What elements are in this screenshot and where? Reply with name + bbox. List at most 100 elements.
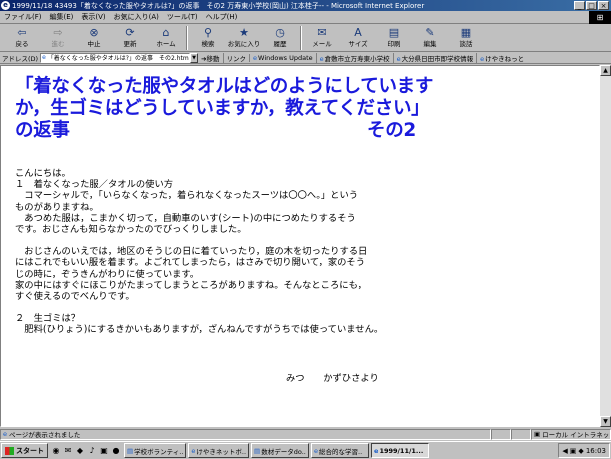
ie-app-icon[interactable]: e	[1, 1, 10, 10]
favorites-button[interactable]: ★ お気に入り	[226, 24, 262, 52]
stop-button[interactable]: ⊗ 中止	[76, 24, 112, 52]
media-quicklaunch-icon[interactable]: ♪	[87, 446, 97, 456]
status-progress-panel	[491, 428, 511, 440]
address-value: 「着なくなった服やタオルは?」の返事 その2.htm	[47, 55, 189, 62]
address-dropdown-button[interactable]: ▼	[190, 52, 199, 63]
body-line: コマーシャルで，「いらなくなった，着られなくなったスーツは〇〇へ。」という	[15, 190, 359, 202]
vertical-scrollbar[interactable]: ▲ ▼	[600, 65, 611, 427]
link-keyaki-net[interactable]: eけやきねっと	[476, 52, 527, 63]
discuss-button[interactable]: ▦ 談話	[448, 24, 484, 52]
link-page-icon: e	[396, 54, 401, 63]
task-label: 学校ボランティ..	[134, 447, 184, 456]
page-title-suffix: その2	[367, 120, 416, 141]
edit-label: 編集	[423, 40, 437, 48]
scroll-down-button[interactable]: ▼	[600, 416, 611, 427]
link-windows-update[interactable]: eWindows Update	[249, 53, 316, 62]
menu-file[interactable]: ファイル(F)	[0, 12, 46, 22]
link-windows-update-label: Windows Update	[258, 53, 313, 62]
body-line: じの時に，ぞうきんがわりに使っています。	[15, 268, 200, 280]
task-button[interactable]: ▤ 学校ボランティ..	[124, 443, 187, 458]
body-line: ものがありますね。	[15, 201, 99, 213]
quick-launch: ◉ ✉ ◆ ♪ ▣ ●	[48, 446, 124, 456]
home-button[interactable]: ⌂ ホーム	[148, 24, 184, 52]
task-label: 1999/11/1...	[379, 446, 424, 455]
menu-tools[interactable]: ツール(T)	[163, 12, 202, 22]
mail-quicklaunch-icon[interactable]: ✉	[63, 446, 73, 456]
link-oita-school[interactable]: e大分県日田市即学校情報	[392, 52, 477, 63]
start-label: スタート	[16, 446, 44, 455]
body-line: おじさんのいえでは，地区のそうじの日に着ていったり，庭の木を切ったりする日	[15, 246, 368, 258]
stop-icon: ⊗	[89, 26, 99, 39]
menu-edit[interactable]: 編集(E)	[46, 12, 78, 22]
mail-icon: ✉	[317, 26, 327, 39]
forward-button[interactable]: ⇨ 進む	[40, 24, 76, 52]
task-button[interactable]: e けやきネットボ..	[188, 443, 250, 458]
body-line: すぐ使えるのでべんりです。	[15, 290, 135, 302]
menu-view[interactable]: 表示(V)	[77, 12, 109, 22]
history-icon: ◷	[275, 26, 285, 39]
history-button[interactable]: ◷ 履歴	[262, 24, 298, 52]
close-button[interactable]: ×	[598, 1, 609, 10]
search-icon: ⚲	[203, 26, 213, 39]
app-quicklaunch-icon[interactable]: ●	[111, 446, 121, 456]
link-mansu-school[interactable]: e倉敷市立万寿東小学校	[315, 52, 393, 63]
toolbar-separator	[186, 26, 188, 50]
back-icon: ⇦	[17, 26, 27, 39]
app-quicklaunch-icon[interactable]: ▣	[99, 446, 109, 456]
home-icon: ⌂	[162, 26, 170, 39]
links-label: リンク	[222, 52, 250, 63]
body-line: 肥料(ひりょう)にするきかいもありますが，ざんねんですがうちでは使っていません。	[15, 324, 384, 336]
mail-label: メール	[312, 40, 332, 48]
body-line: 家の中にはすぐにほこりがたまってしまうところがありますね。そんなところにも，	[15, 279, 367, 291]
task-button[interactable]: e 総合的な学習..	[311, 443, 370, 458]
start-button[interactable]: スタート	[1, 443, 48, 458]
print-button[interactable]: ▤ 印刷	[376, 24, 412, 52]
maximize-button[interactable]: □	[586, 1, 597, 10]
window-controls: _ □ ×	[574, 1, 609, 10]
body-line: ２ 生ゴミは？	[15, 313, 81, 325]
mail-button[interactable]: ✉ メール	[304, 24, 340, 52]
go-button[interactable]: ➔移動	[198, 53, 222, 63]
refresh-button[interactable]: ⟳ 更新	[112, 24, 148, 52]
menu-favorites[interactable]: お気に入り(A)	[110, 12, 163, 22]
task-button-active[interactable]: e 1999/11/1...	[371, 443, 430, 458]
standard-toolbar: ⇦ 戻る ⇨ 進む ⊗ 中止 ⟳ 更新 ⌂ ホーム ⚲ 検索 ★ お気に入り ◷…	[0, 24, 611, 52]
print-label: 印刷	[387, 40, 401, 48]
address-label: アドレス(D)	[2, 54, 39, 63]
print-icon: ▤	[388, 26, 400, 39]
system-tray: ◀ ▣ ◆ 16:03	[558, 443, 610, 458]
body-line: です。おじさんも知らなかったのでびっくりしました。	[15, 223, 247, 235]
task-app-icon: ▤	[254, 446, 261, 455]
edit-button[interactable]: ✎ 編集	[412, 24, 448, 52]
link-page-icon: e	[480, 54, 485, 63]
ime-icon[interactable]: ◆	[578, 447, 583, 455]
network-icon[interactable]: ▣	[570, 447, 577, 455]
windows-flag-icon	[5, 446, 14, 455]
back-label: 戻る	[15, 40, 29, 48]
scroll-up-button[interactable]: ▲	[600, 65, 611, 76]
menu-help[interactable]: ヘルプ(H)	[202, 12, 242, 22]
task-label: けやきネットボ..	[196, 447, 247, 456]
link-mansu-school-label: 倉敷市立万寿東小学校	[324, 54, 390, 63]
ie-quicklaunch-icon[interactable]: ◉	[51, 446, 61, 456]
clock[interactable]: 16:03	[586, 447, 606, 455]
desktop-quicklaunch-icon[interactable]: ◆	[75, 446, 85, 456]
refresh-icon: ⟳	[125, 26, 135, 39]
back-button[interactable]: ⇦ 戻る	[4, 24, 40, 52]
volume-icon[interactable]: ◀	[562, 447, 567, 455]
message-body: こんにちは。 １ 着なくなった服／タオルの使い方 コマーシャルで，「いらなくなっ…	[15, 168, 415, 335]
favorites-label: お気に入り	[227, 40, 261, 48]
forward-label: 進む	[51, 40, 65, 48]
window-title-bar[interactable]: e 1999/11/18 43493「着なくなった服やタオルは?」の返事 その2…	[0, 0, 611, 11]
search-button[interactable]: ⚲ 検索	[190, 24, 226, 52]
font-size-button[interactable]: A サイズ	[340, 24, 376, 52]
discuss-icon: ▦	[460, 26, 472, 39]
body-line: にはこれでもいい服を着ます。よごれてしまったら，はさみで切り開いて，家のそう	[15, 257, 366, 269]
address-input[interactable]: e 「着なくなった服やタオルは?」の返事 その2.htm	[40, 52, 191, 63]
security-zone-panel: ▣ ローカル イントラネット	[531, 428, 611, 440]
minimize-button[interactable]: _	[574, 1, 585, 10]
task-button[interactable]: ▤ 数材データdo..	[251, 443, 310, 458]
window-title: 1999/11/18 43493「着なくなった服やタオルは?」の返事 その2 万…	[12, 1, 425, 10]
search-label: 検索	[201, 40, 215, 48]
